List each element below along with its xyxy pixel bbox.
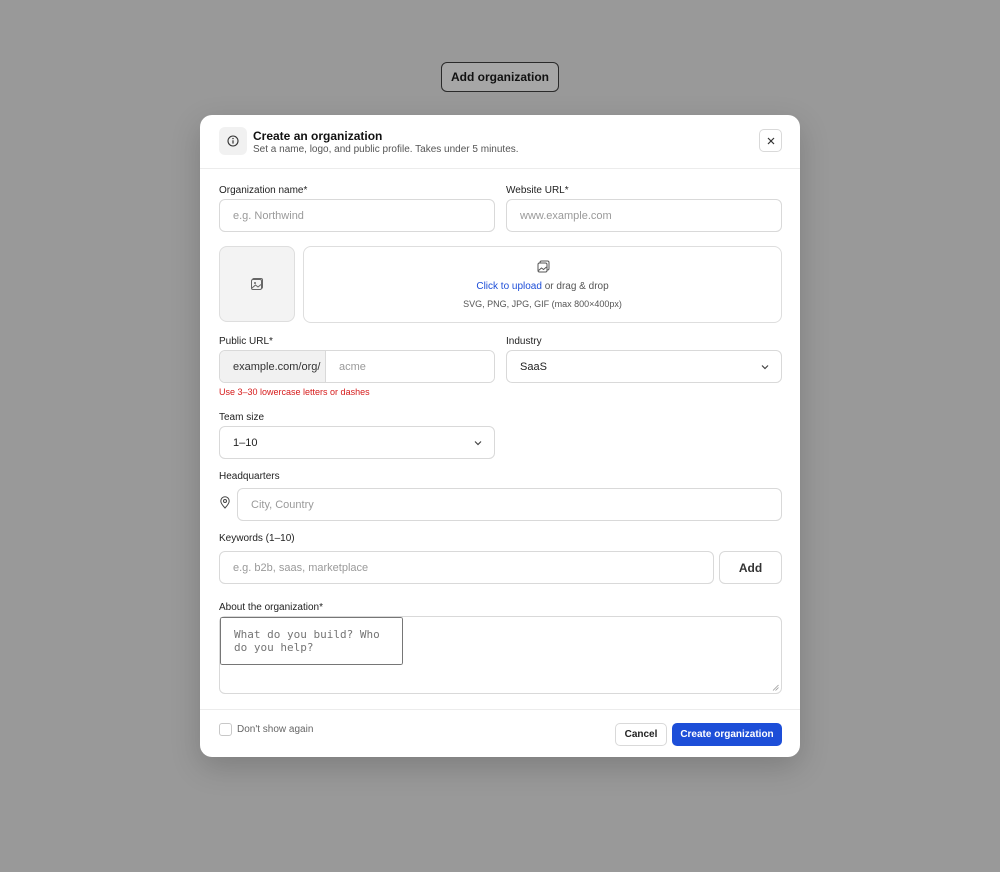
org-name-field (219, 199, 495, 232)
dialog-subtitle: Set a name, logo, and public profile. Ta… (253, 144, 519, 155)
about-textarea[interactable] (220, 617, 403, 665)
upload-instructions-rest: or drag & drop (541, 281, 609, 292)
org-name-label: Organization name* (219, 185, 308, 196)
keywords-label: Keywords (1–10) (219, 533, 295, 544)
dialog-footer: Don't show again Cancel Create organizat… (200, 709, 800, 757)
upload-instructions: Click to upload or drag & drop (304, 281, 781, 292)
logo-upload-dropzone[interactable]: Click to upload or drag & drop SVG, PNG,… (303, 246, 782, 323)
dont-show-again-checkbox[interactable] (219, 723, 232, 736)
dialog-header: Create an organization Set a name, logo,… (200, 115, 800, 169)
add-keyword-button[interactable]: Add (719, 551, 782, 584)
team-size-label: Team size (219, 412, 265, 423)
industry-label: Industry (506, 336, 542, 347)
industry-select[interactable]: SaaS (506, 350, 782, 383)
create-organization-button[interactable]: Create organization (672, 723, 782, 746)
chevron-down-icon (474, 441, 482, 446)
about-label: About the organization* (219, 602, 323, 613)
about-field (219, 616, 782, 694)
team-size-value: 1–10 (233, 436, 258, 449)
dont-show-again-label[interactable]: Don't show again (237, 724, 313, 735)
headquarters-label: Headquarters (219, 471, 280, 482)
public-url-prefix: example.com/org/ (220, 351, 326, 382)
org-name-input[interactable] (220, 200, 494, 231)
click-to-upload-link[interactable]: Click to upload (476, 281, 542, 292)
location-pin-icon (220, 496, 230, 509)
industry-value: SaaS (520, 360, 547, 373)
headquarters-field (237, 488, 782, 521)
dialog-title: Create an organization (253, 129, 383, 143)
public-url-label: Public URL* (219, 336, 273, 347)
upload-images-icon (537, 260, 550, 273)
keywords-input[interactable] (220, 552, 713, 583)
upload-format-hint: SVG, PNG, JPG, GIF (max 800×400px) (463, 299, 622, 309)
website-url-label: Website URL* (506, 185, 569, 196)
image-icon (251, 278, 263, 290)
website-url-field (506, 199, 782, 232)
keywords-field (219, 551, 714, 584)
logo-preview (219, 246, 295, 322)
add-organization-button[interactable]: Add organization (441, 62, 559, 92)
public-url-error: Use 3–30 lowercase letters or dashes (219, 387, 370, 397)
website-url-input[interactable] (507, 200, 781, 231)
create-organization-dialog: Create an organization Set a name, logo,… (200, 115, 800, 757)
team-size-select[interactable]: 1–10 (219, 426, 495, 459)
close-icon (767, 137, 774, 144)
cancel-button[interactable]: Cancel (615, 723, 667, 746)
close-button[interactable] (759, 129, 782, 152)
headquarters-input[interactable] (238, 489, 781, 520)
public-url-field: example.com/org/ (219, 350, 495, 383)
info-icon (219, 127, 247, 155)
chevron-down-icon (761, 365, 769, 370)
public-url-input[interactable] (326, 351, 494, 382)
resize-grip-icon[interactable] (772, 684, 779, 691)
